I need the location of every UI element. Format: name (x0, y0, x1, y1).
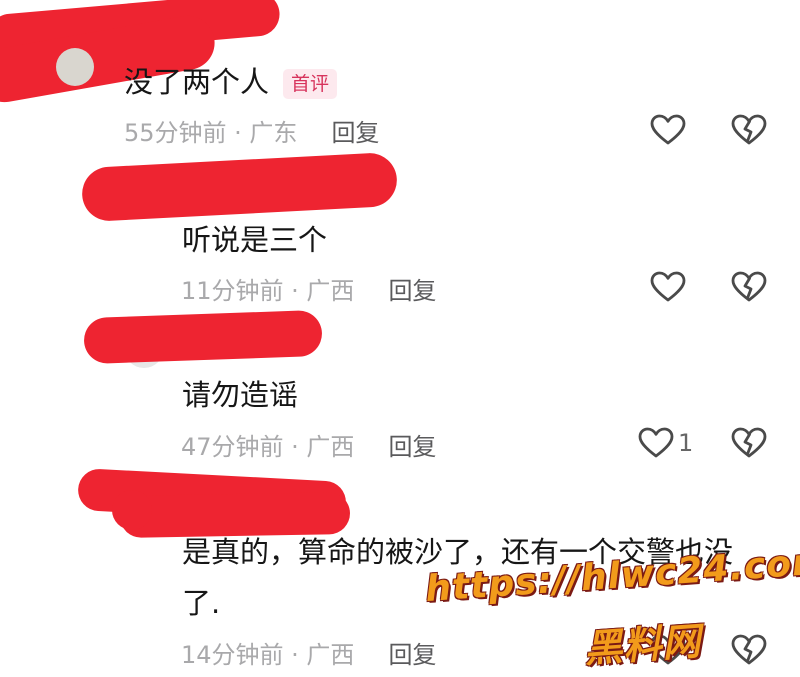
like-button[interactable] (650, 634, 690, 666)
avatar[interactable] (112, 490, 152, 530)
comment-text: 请勿造谣 (182, 375, 298, 415)
reply-button[interactable]: 回复 (331, 113, 379, 148)
heart-outline-icon (638, 427, 674, 458)
first-comment-badge: 首评 (283, 69, 338, 99)
broken-heart-icon (731, 634, 767, 665)
broken-heart-icon (731, 114, 767, 145)
redacted-username (83, 309, 323, 365)
comment-body: 没了两个人 (124, 65, 270, 99)
reply-button[interactable]: 回复 (388, 635, 436, 670)
timestamp-location: 14分钟前 · 广西 (181, 640, 355, 669)
comment-text: 了. (182, 583, 220, 623)
heart-outline-icon (650, 114, 686, 145)
comment-meta: 47分钟前 · 广西 回复 (181, 426, 436, 462)
comment-meta: 55分钟前 · 广东 回复 (124, 112, 379, 148)
like-button[interactable] (650, 271, 690, 303)
like-button[interactable]: 1 (638, 427, 693, 459)
broken-heart-icon (731, 271, 767, 302)
reply-button[interactable]: 回复 (388, 271, 436, 306)
timestamp-location: 47分钟前 · 广西 (181, 432, 355, 461)
comment-body: 听说是三个 (182, 223, 328, 257)
like-count: 1 (678, 429, 694, 457)
dislike-button[interactable] (731, 271, 767, 303)
heart-outline-icon (650, 634, 686, 665)
timestamp-location: 55分钟前 · 广东 (124, 118, 298, 147)
avatar[interactable] (56, 48, 94, 86)
comment-meta: 14分钟前 · 广西 回复 (181, 634, 436, 670)
heart-outline-icon (650, 271, 686, 302)
redacted-username (80, 151, 399, 223)
dislike-button[interactable] (731, 114, 767, 146)
like-button[interactable] (650, 114, 690, 146)
comment-meta: 11分钟前 · 广西 回复 (181, 270, 436, 306)
reply-button[interactable]: 回复 (388, 427, 436, 462)
broken-heart-icon (731, 427, 767, 458)
comment-text: 是真的，算命的被沙了，还有一个交警也没 (182, 532, 733, 572)
comment-body-line2: 了. (182, 586, 221, 620)
comment-list-screen: 没了两个人 首评 55分钟前 · 广东 回复 听说是三个 11分钟前 · 广西 回… (0, 0, 800, 677)
timestamp-location: 11分钟前 · 广西 (181, 276, 355, 305)
comment-text: 听说是三个 (182, 220, 327, 260)
comment-body-line1: 是真的，算命的被沙了，还有一个交警也没 (182, 535, 734, 569)
dislike-button[interactable] (731, 634, 767, 666)
comment-text: 没了两个人 首评 (124, 62, 338, 102)
comment-body: 请勿造谣 (182, 378, 299, 412)
dislike-button[interactable] (731, 427, 767, 459)
